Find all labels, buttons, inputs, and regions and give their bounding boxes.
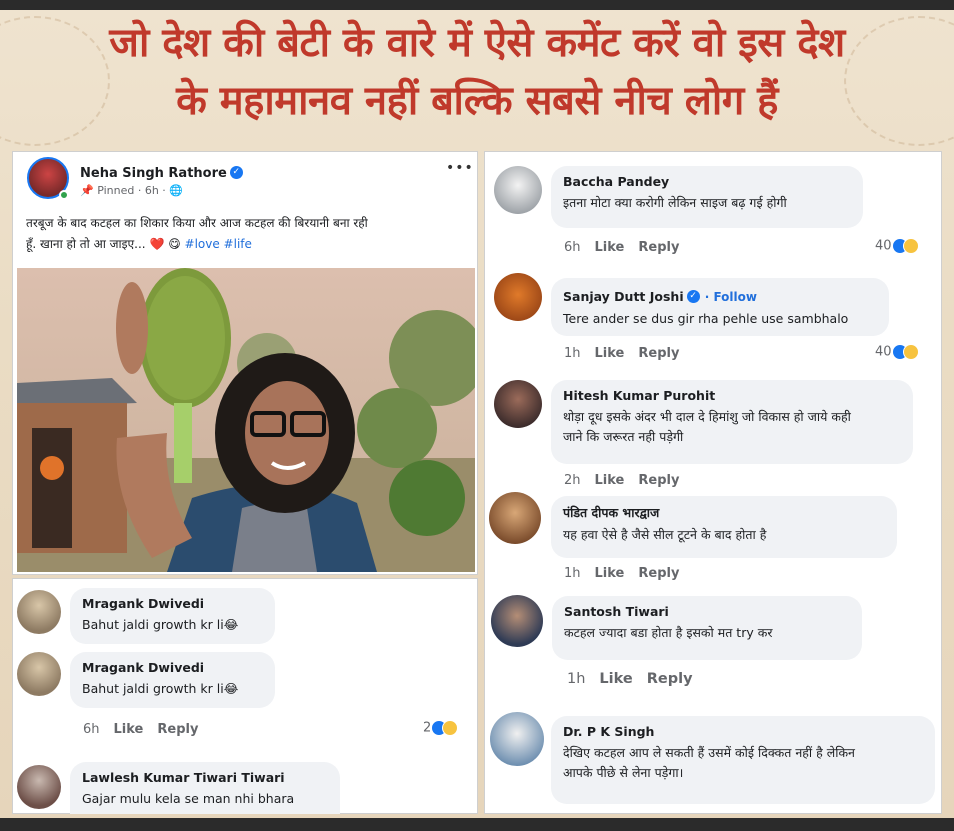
commenter-name[interactable]: Dr. P K Singh — [563, 724, 923, 739]
reaction-count-number: 2 — [423, 720, 432, 736]
comment-bubble: Dr. P K Singh देखिए कटहल आप ले सकती हैं … — [551, 716, 935, 804]
commenter-avatar[interactable] — [494, 166, 542, 214]
comment-text-line-2: जाने कि जरूरत नही पड़ेगी — [563, 429, 684, 444]
comment-time: 1h — [564, 346, 581, 361]
commenter-name[interactable]: Hitesh Kumar Purohit — [563, 388, 901, 403]
like-button[interactable]: Like — [595, 566, 625, 581]
comment-actions: 1h Like Reply — [564, 566, 693, 581]
haha-reaction-icon — [442, 720, 459, 736]
online-indicator — [59, 190, 69, 200]
commenter-name[interactable]: Mragank Dwivedi — [82, 596, 263, 611]
comment-time: 6h — [564, 240, 581, 255]
like-button[interactable]: Like — [599, 671, 632, 687]
comment-actions: 1h Like Reply — [567, 671, 707, 687]
more-options-icon[interactable]: ••• — [446, 160, 474, 176]
comment-time: 6h — [83, 722, 100, 737]
like-button[interactable]: Like — [595, 240, 625, 255]
comment-bubble: Hitesh Kumar Purohit थोड़ा दूध इसके अंदर… — [551, 380, 913, 464]
commenter-avatar[interactable] — [17, 590, 61, 634]
follow-button[interactable]: · Follow — [705, 290, 757, 304]
reply-button[interactable]: Reply — [157, 722, 198, 737]
comment-text: Gajar mulu kela se man nhi bhara — [82, 791, 295, 806]
haha-reaction-icon — [902, 344, 919, 360]
post-text-line-1: तरबूज के बाद कटहल का शिकार किया और आज कट… — [26, 216, 368, 230]
verified-badge-icon: ✓ — [229, 166, 243, 179]
reply-button[interactable]: Reply — [638, 346, 679, 361]
comment-text-line-1: देखिए कटहल आप ले सकती हैं उसमें कोई दिक्… — [563, 745, 855, 760]
post-author-name[interactable]: Neha Singh Rathore — [80, 166, 227, 181]
reaction-count-number: 40 — [875, 238, 892, 254]
commenter-avatar[interactable] — [489, 492, 541, 544]
commenter-avatar[interactable] — [490, 712, 544, 766]
headline-line-2: के महामानव नहीं बल्कि सबसे नीच लोग हैं — [176, 78, 778, 124]
commenter-name[interactable]: Sanjay Dutt Joshi — [563, 289, 684, 304]
reaction-count-number: 40 — [875, 344, 892, 360]
commenter-avatar[interactable] — [494, 380, 542, 428]
post-author-block: Neha Singh Rathore ✓ 📌 Pinned · 6h · 🌐 — [80, 162, 243, 197]
haha-reaction-icon — [902, 238, 919, 254]
comment-time: 1h — [564, 566, 581, 581]
comment-time: 1h — [567, 671, 586, 687]
headline-line-1: जो देश की बेटी के वारे में ऐसे कमेंट करे… — [109, 20, 845, 66]
poster-headline: जो देश की बेटी के वारे में ऐसे कमेंट करे… — [0, 14, 954, 130]
comment-bubble: Santosh Tiwari कटहल ज्यादा बडा होता है इ… — [552, 596, 862, 660]
comment-text: कटहल ज्यादा बडा होता है इसको मत try कर — [564, 625, 773, 640]
commenter-name[interactable]: Santosh Tiwari — [564, 604, 850, 619]
post-text-line-2: हूँ. खाना हो तो आ जाइए... ❤️ 😋 — [26, 237, 185, 251]
comment-text: यह हवा ऐसे है जैसे सील टूटने के बाद होता… — [563, 527, 767, 542]
like-button[interactable]: Like — [595, 473, 625, 488]
commenter-name[interactable]: Lawlesh Kumar Tiwari Tiwari — [82, 770, 328, 785]
reaction-count[interactable]: 2 — [423, 720, 459, 736]
commenter-avatar[interactable] — [491, 595, 543, 647]
post-meta: 📌 Pinned · 6h · 🌐 — [80, 184, 183, 197]
commenter-name[interactable]: Mragank Dwivedi — [82, 660, 263, 675]
reply-button[interactable]: Reply — [638, 240, 679, 255]
commenter-name[interactable]: पंडित दीपक भारद्वाज — [563, 504, 885, 521]
comment-actions: 2h Like Reply — [564, 473, 693, 488]
comment-bubble: Mragank Dwivedi Bahut jaldi growth kr li… — [70, 588, 275, 644]
comment-actions: 6h Like Reply — [564, 240, 693, 255]
commenter-avatar[interactable] — [17, 765, 61, 809]
comment-bubble: Sanjay Dutt Joshi ✓ · Follow Tere ander s… — [551, 278, 889, 336]
reaction-count[interactable]: 40 — [875, 238, 919, 254]
reply-button[interactable]: Reply — [638, 473, 679, 488]
comment-text: इतना मोटा क्या करोगी लेकिन साइज बढ़ गई ह… — [563, 195, 787, 210]
comment-bubble: पंडित दीपक भारद्वाज यह हवा ऐसे है जैसे स… — [551, 496, 897, 558]
comment-text: Tere ander se dus gir rha pehle use samb… — [563, 311, 849, 326]
reply-button[interactable]: Reply — [638, 566, 679, 581]
post-hashtags[interactable]: #love #life — [185, 237, 252, 251]
like-button[interactable]: Like — [595, 346, 625, 361]
verified-badge-icon: ✓ — [686, 290, 700, 303]
post-photo[interactable] — [17, 268, 475, 572]
commenter-avatar[interactable] — [494, 273, 542, 321]
reply-button[interactable]: Reply — [647, 671, 693, 687]
post-photo-illustration — [17, 268, 475, 572]
post-text: तरबूज के बाद कटहल का शिकार किया और आज कट… — [26, 213, 466, 255]
comment-text-line-2: आपके पीछे से लेना पड़ेगा। — [563, 765, 684, 780]
comment-bubble: Baccha Pandey इतना मोटा क्या करोगी लेकिन… — [551, 166, 863, 228]
commenter-avatar[interactable] — [17, 652, 61, 696]
comment-actions: 6h Like Reply — [83, 722, 212, 737]
reaction-count[interactable]: 40 — [875, 344, 919, 360]
comment-actions: 1h Like Reply — [564, 346, 693, 361]
like-button[interactable]: Like — [114, 722, 144, 737]
comment-text: Bahut jaldi growth kr li😂 — [82, 617, 239, 632]
right-comments-panel — [484, 151, 942, 814]
comment-text: Bahut jaldi growth kr li😂 — [82, 681, 239, 696]
commenter-name[interactable]: Baccha Pandey — [563, 174, 851, 189]
comment-time: 2h — [564, 473, 581, 488]
comment-bubble: Lawlesh Kumar Tiwari Tiwari Gajar mulu k… — [70, 762, 340, 814]
comment-bubble: Mragank Dwivedi Bahut jaldi growth kr li… — [70, 652, 275, 708]
comment-text-line-1: थोड़ा दूध इसके अंदर भी दाल दे हिमांशु जो… — [563, 409, 851, 424]
